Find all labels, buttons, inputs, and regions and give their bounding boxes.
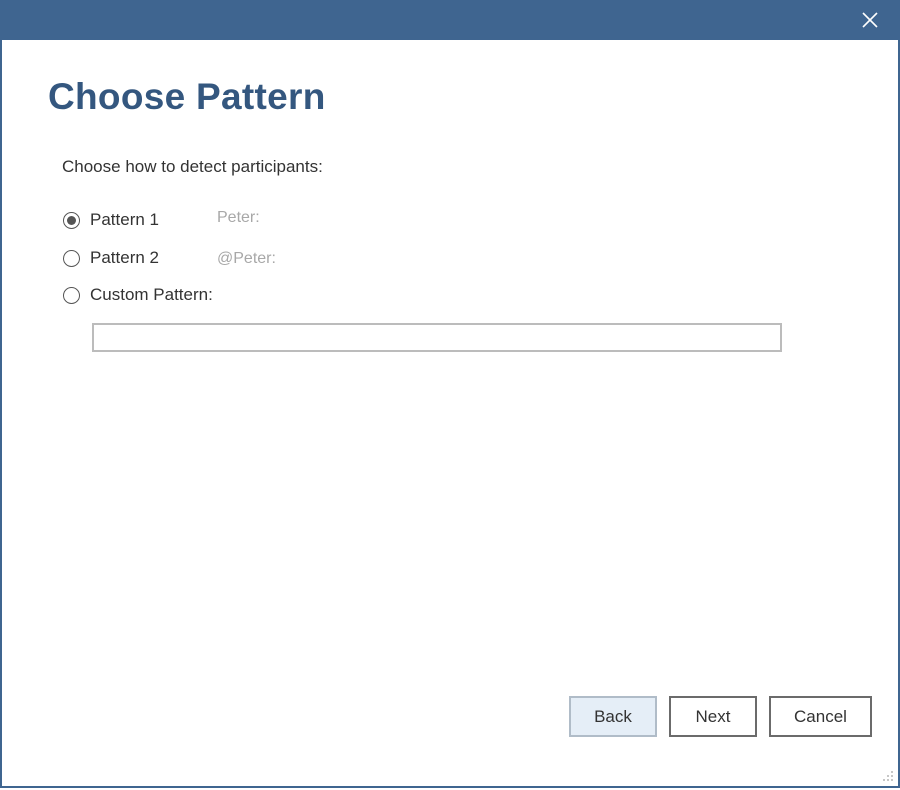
- page-title: Choose Pattern: [48, 76, 326, 117]
- close-icon: [858, 8, 882, 32]
- close-button[interactable]: [858, 8, 882, 32]
- custom-pattern-label[interactable]: Custom Pattern:: [90, 285, 213, 305]
- resize-grip-icon[interactable]: [880, 768, 894, 782]
- next-button[interactable]: Next: [669, 696, 757, 737]
- radio-button-selected[interactable]: [63, 211, 80, 229]
- pattern-1-radio[interactable]: Pattern 1: [63, 209, 159, 231]
- custom-pattern-input[interactable]: [92, 323, 782, 352]
- pattern-1-label[interactable]: Pattern 1: [90, 210, 159, 230]
- custom-pattern-radio[interactable]: Custom Pattern:: [63, 284, 213, 306]
- pattern-2-radio[interactable]: Pattern 2: [63, 247, 159, 269]
- pattern-2-example: @Peter:: [217, 250, 276, 267]
- radio-button[interactable]: [63, 249, 80, 267]
- pattern-1-example: Peter:: [217, 209, 260, 226]
- title-bar: [2, 0, 900, 40]
- back-button[interactable]: Back: [569, 696, 657, 737]
- instruction-text: Choose how to detect participants:: [62, 157, 323, 176]
- dialog-window: Choose Pattern Choose how to detect part…: [0, 0, 900, 788]
- cancel-button[interactable]: Cancel: [769, 696, 872, 737]
- radio-button[interactable]: [63, 286, 80, 304]
- pattern-2-label[interactable]: Pattern 2: [90, 248, 159, 268]
